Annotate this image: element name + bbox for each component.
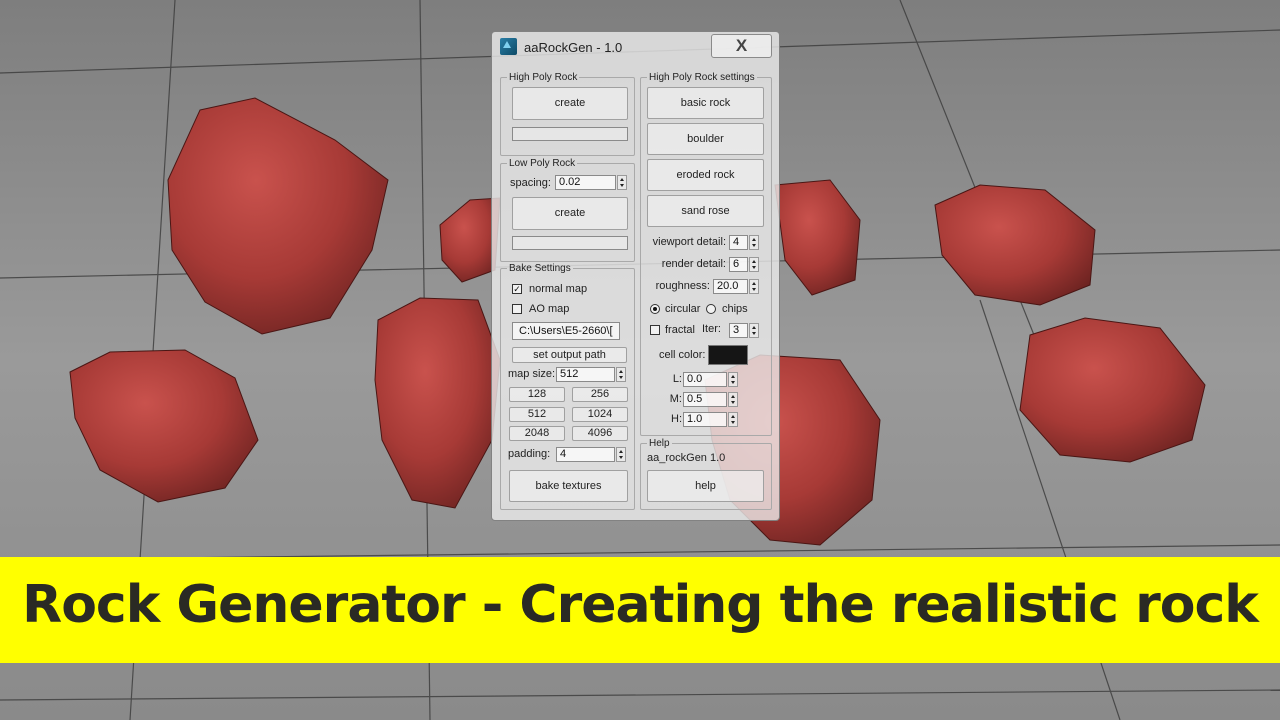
render-detail-label: render detail: [661, 258, 726, 270]
title-bar[interactable]: aaRockGen - 1.0 X [492, 32, 779, 62]
l-spinner[interactable]: 0.0 [683, 372, 738, 387]
window-title: aaRockGen - 1.0 [524, 40, 623, 55]
size-1024-button[interactable]: 1024 [572, 407, 628, 422]
spacing-arrows[interactable] [617, 175, 627, 190]
roughness-value[interactable]: 20.0 [713, 279, 748, 294]
set-output-path-button[interactable]: set output path [512, 347, 627, 363]
version-text: aa_rockGen 1.0 [647, 452, 726, 464]
output-path-field[interactable]: C:\Users\E5-2660\[ [512, 322, 620, 340]
m-spinner[interactable]: 0.5 [683, 392, 738, 407]
preset-sand-rose-button[interactable]: sand rose [647, 195, 764, 227]
help-legend: Help [649, 438, 670, 449]
padding-value[interactable]: 4 [556, 447, 615, 462]
preset-boulder-button[interactable]: boulder [647, 123, 764, 155]
high-poly-progress-bar [512, 127, 628, 141]
cell-color-label: cell color: [659, 349, 706, 361]
viewport-detail-value[interactable]: 4 [729, 235, 748, 250]
viewport-detail-arrows[interactable] [749, 235, 759, 250]
h-spinner[interactable]: 1.0 [683, 412, 738, 427]
app-icon [500, 38, 517, 55]
padding-label: padding: [508, 448, 551, 460]
circular-radio[interactable] [650, 304, 660, 314]
render-detail-spinner[interactable]: 6 [729, 257, 759, 272]
preset-eroded-rock-button[interactable]: eroded rock [647, 159, 764, 191]
spacing-value[interactable]: 0.02 [555, 175, 616, 190]
low-poly-create-button[interactable]: create [512, 197, 628, 230]
iter-label: Iter: [702, 323, 721, 335]
high-poly-create-button[interactable]: create [512, 87, 628, 120]
size-512-button[interactable]: 512 [509, 407, 565, 422]
close-button[interactable]: X [711, 34, 772, 58]
cell-color-swatch[interactable] [708, 345, 748, 365]
low-poly-progress-bar [512, 236, 628, 250]
m-label: M: [669, 393, 682, 405]
roughness-spinner[interactable]: 20.0 [713, 279, 759, 294]
l-arrows[interactable] [728, 372, 738, 387]
high-poly-settings-legend: High Poly Rock settings [649, 72, 755, 83]
map-size-label: map size: [508, 368, 556, 380]
circular-label: circular [665, 303, 701, 315]
high-poly-rock-legend: High Poly Rock [509, 72, 578, 83]
bake-settings-legend: Bake Settings [509, 263, 571, 274]
rockgen-dialog: aaRockGen - 1.0 X High Poly Rock create … [491, 31, 780, 521]
size-256-button[interactable]: 256 [572, 387, 628, 402]
m-arrows[interactable] [728, 392, 738, 407]
h-value[interactable]: 1.0 [683, 412, 727, 427]
size-2048-button[interactable]: 2048 [509, 426, 565, 441]
normal-map-checkbox[interactable]: ✓ [512, 284, 522, 294]
ao-map-label: AO map [529, 303, 570, 315]
l-value[interactable]: 0.0 [683, 372, 727, 387]
render-detail-value[interactable]: 6 [729, 257, 748, 272]
padding-arrows[interactable] [616, 447, 626, 462]
l-label: L: [672, 373, 682, 385]
h-label: H: [671, 413, 682, 425]
chips-radio[interactable] [706, 304, 716, 314]
roughness-label: roughness: [655, 280, 710, 292]
iter-spinner[interactable]: 3 [729, 323, 759, 338]
m-value[interactable]: 0.5 [683, 392, 727, 407]
iter-value[interactable]: 3 [729, 323, 748, 338]
spacing-spinner[interactable]: 0.02 [555, 175, 627, 190]
padding-spinner[interactable]: 4 [556, 447, 626, 462]
size-4096-button[interactable]: 4096 [572, 426, 628, 441]
banner-title: Rock Generator - Creating the realistic … [22, 575, 1259, 635]
spacing-label: spacing: [510, 177, 551, 189]
preset-basic-rock-button[interactable]: basic rock [647, 87, 764, 119]
size-128-button[interactable]: 128 [509, 387, 565, 402]
fractal-label: fractal [665, 324, 695, 336]
bake-textures-button[interactable]: bake textures [509, 470, 628, 502]
render-detail-arrows[interactable] [749, 257, 759, 272]
iter-arrows[interactable] [749, 323, 759, 338]
viewport-detail-label: viewport detail: [652, 236, 726, 248]
help-button[interactable]: help [647, 470, 764, 502]
ao-map-checkbox[interactable] [512, 304, 522, 314]
low-poly-rock-legend: Low Poly Rock [509, 158, 576, 169]
viewport-detail-spinner[interactable]: 4 [729, 235, 759, 250]
map-size-value[interactable]: 512 [556, 367, 615, 382]
normal-map-label: normal map [529, 283, 588, 295]
fractal-checkbox[interactable] [650, 325, 660, 335]
map-size-arrows[interactable] [616, 367, 626, 382]
chips-label: chips [722, 303, 748, 315]
map-size-spinner[interactable]: 512 [556, 367, 626, 382]
h-arrows[interactable] [728, 412, 738, 427]
roughness-arrows[interactable] [749, 279, 759, 294]
